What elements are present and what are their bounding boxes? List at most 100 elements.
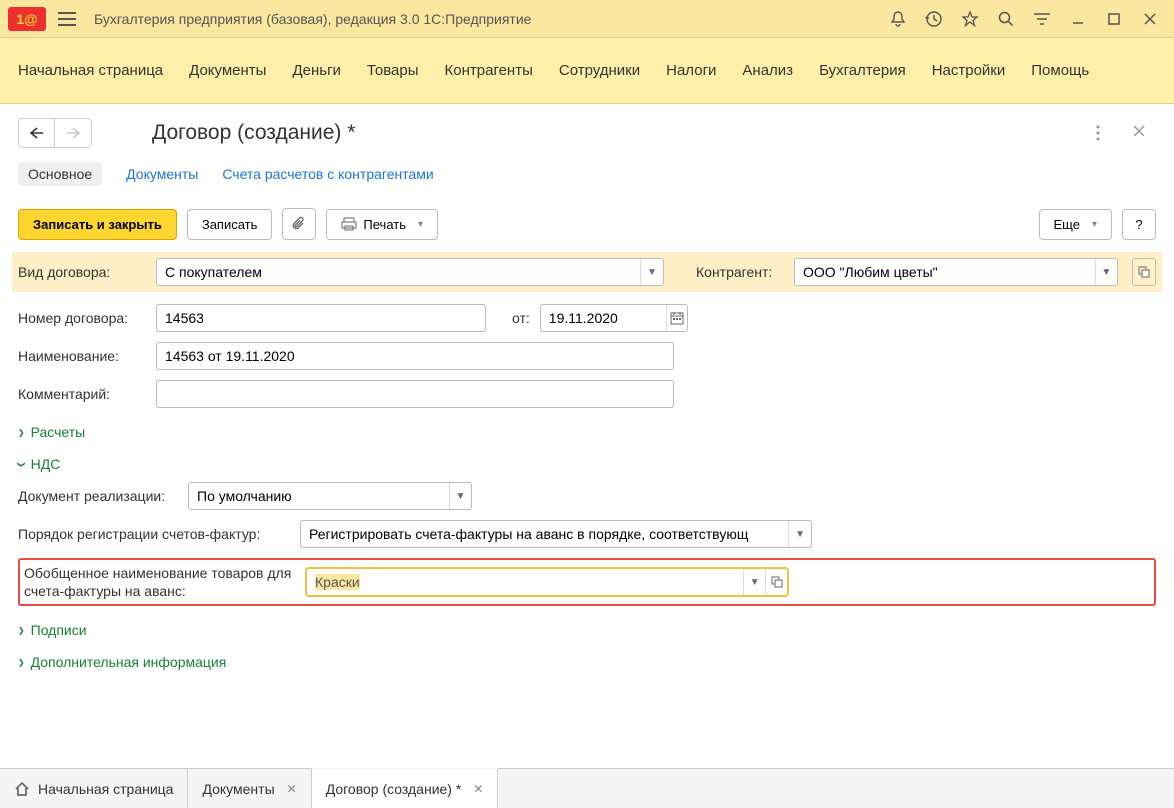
- dropdown-icon[interactable]: ▼: [640, 259, 663, 285]
- minimize-icon[interactable]: [1062, 3, 1094, 35]
- chevron-right-icon: ❯: [18, 656, 25, 669]
- tab-close-icon[interactable]: ✕: [287, 782, 297, 796]
- print-button[interactable]: Печать: [326, 209, 438, 240]
- comment-row: Комментарий:: [18, 380, 1156, 408]
- content-area: Договор (создание) * Основное Документы …: [0, 104, 1174, 768]
- date-input[interactable]: [540, 304, 688, 332]
- invoice-order-row: Порядок регистрации счетов-фактур: ▼: [18, 520, 1156, 548]
- bottom-tab-contract[interactable]: Договор (создание) * ✕: [312, 768, 499, 808]
- print-label: Печать: [363, 217, 406, 232]
- group-payments-label: Расчеты: [31, 424, 86, 440]
- comment-input[interactable]: [156, 380, 674, 408]
- generic-name-field[interactable]: Краски: [307, 569, 743, 595]
- contract-type-label: Вид договора:: [18, 264, 146, 280]
- history-icon[interactable]: [918, 3, 950, 35]
- generic-name-input[interactable]: Краски ▼: [306, 568, 788, 596]
- bottom-tabs: Начальная страница Документы ✕ Договор (…: [0, 768, 1174, 808]
- page-title: Договор (создание) *: [152, 121, 1096, 145]
- save-button[interactable]: Записать: [187, 209, 273, 240]
- menu-accounting[interactable]: Бухгалтерия: [819, 62, 906, 79]
- name-field[interactable]: [157, 343, 673, 369]
- nav-back-button[interactable]: [19, 119, 55, 147]
- number-field[interactable]: [157, 305, 485, 331]
- menu-documents[interactable]: Документы: [189, 62, 266, 79]
- tab-close-icon[interactable]: ✕: [473, 782, 483, 796]
- number-row: Номер договора: от:: [18, 304, 1156, 332]
- tab-documents[interactable]: Документы: [126, 162, 198, 186]
- star-icon[interactable]: [954, 3, 986, 35]
- dropdown-icon[interactable]: ▼: [449, 483, 471, 509]
- dropdown-icon[interactable]: ▼: [788, 521, 811, 547]
- page-actions: [1096, 124, 1156, 142]
- nav-buttons: [18, 118, 92, 148]
- chevron-right-icon: ❯: [18, 426, 25, 439]
- more-button[interactable]: Еще: [1039, 209, 1112, 240]
- contract-type-field[interactable]: [157, 259, 640, 285]
- page-header: Договор (создание) *: [18, 118, 1156, 148]
- bottom-tab-documents[interactable]: Документы ✕: [188, 769, 311, 808]
- generic-name-label: Обобщенное наименование товаров для счет…: [24, 564, 296, 600]
- date-field[interactable]: [541, 305, 667, 331]
- menu-employees[interactable]: Сотрудники: [559, 62, 640, 79]
- main-menu-icon[interactable]: [52, 4, 82, 34]
- help-button[interactable]: ?: [1122, 209, 1156, 240]
- bottom-tab-documents-label: Документы: [202, 781, 274, 797]
- open-icon[interactable]: [1132, 258, 1156, 286]
- invoice-order-input[interactable]: ▼: [300, 520, 812, 548]
- titlebar-icons: [882, 3, 1166, 35]
- menu-taxes[interactable]: Налоги: [666, 62, 716, 79]
- realization-doc-label: Документ реализации:: [18, 488, 178, 504]
- bottom-tab-home-label: Начальная страница: [38, 781, 173, 797]
- number-label: Номер договора:: [18, 310, 146, 326]
- bottom-tab-home[interactable]: Начальная страница: [0, 769, 188, 808]
- invoice-order-field[interactable]: [301, 521, 788, 547]
- comment-field[interactable]: [157, 381, 673, 407]
- counterparty-field[interactable]: [795, 259, 1095, 285]
- group-additional-label: Дополнительная информация: [31, 654, 227, 670]
- menu-money[interactable]: Деньги: [292, 62, 340, 79]
- tab-main[interactable]: Основное: [18, 162, 102, 186]
- close-page-icon[interactable]: [1132, 124, 1156, 142]
- dropdown-icon[interactable]: ▼: [1095, 259, 1117, 285]
- more-actions-icon[interactable]: [1096, 124, 1120, 142]
- contract-type-input[interactable]: ▼: [156, 258, 664, 286]
- group-additional[interactable]: ❯ Дополнительная информация: [18, 654, 1156, 670]
- number-input[interactable]: [156, 304, 486, 332]
- search-icon[interactable]: [990, 3, 1022, 35]
- group-vat-label: НДС: [31, 456, 61, 472]
- menu-analysis[interactable]: Анализ: [742, 62, 793, 79]
- filter-icon[interactable]: [1026, 3, 1058, 35]
- menu-settings[interactable]: Настройки: [932, 62, 1006, 79]
- maximize-icon[interactable]: [1098, 3, 1130, 35]
- bell-icon[interactable]: [882, 3, 914, 35]
- group-payments[interactable]: ❯ Расчеты: [18, 424, 1156, 440]
- app-logo: 1@: [8, 7, 46, 31]
- group-vat[interactable]: ❯ НДС: [18, 456, 1156, 472]
- close-icon[interactable]: [1134, 3, 1166, 35]
- nav-forward-button: [55, 119, 91, 147]
- main-menu: Начальная страница Документы Деньги Това…: [0, 38, 1174, 104]
- counterparty-input[interactable]: ▼: [794, 258, 1118, 286]
- chevron-right-icon: ❯: [18, 624, 25, 637]
- name-input[interactable]: [156, 342, 674, 370]
- toolbar: Записать и закрыть Записать Печать Еще ?: [18, 208, 1156, 240]
- save-close-button[interactable]: Записать и закрыть: [18, 209, 177, 240]
- menu-counterparties[interactable]: Контрагенты: [445, 62, 533, 79]
- invoice-order-label: Порядок регистрации счетов-фактур:: [18, 526, 290, 542]
- menu-help[interactable]: Помощь: [1031, 62, 1089, 79]
- contract-type-row: Вид договора: ▼ Контрагент: ▼: [12, 252, 1162, 292]
- dropdown-icon[interactable]: ▼: [743, 569, 765, 595]
- attach-button[interactable]: [282, 208, 316, 240]
- tab-accounts[interactable]: Счета расчетов с контрагентами: [222, 162, 433, 186]
- realization-doc-input[interactable]: ▼: [188, 482, 472, 510]
- calendar-icon[interactable]: [666, 305, 686, 331]
- menu-goods[interactable]: Товары: [367, 62, 419, 79]
- page-tabs: Основное Документы Счета расчетов с конт…: [18, 162, 1156, 186]
- realization-doc-field[interactable]: [189, 483, 449, 509]
- menu-home[interactable]: Начальная страница: [18, 62, 163, 79]
- group-signatures[interactable]: ❯ Подписи: [18, 622, 1156, 638]
- name-row: Наименование:: [18, 342, 1156, 370]
- open-icon[interactable]: [765, 569, 787, 595]
- app-title: Бухгалтерия предприятия (базовая), редак…: [94, 11, 882, 27]
- chevron-down-icon: ❯: [15, 461, 28, 468]
